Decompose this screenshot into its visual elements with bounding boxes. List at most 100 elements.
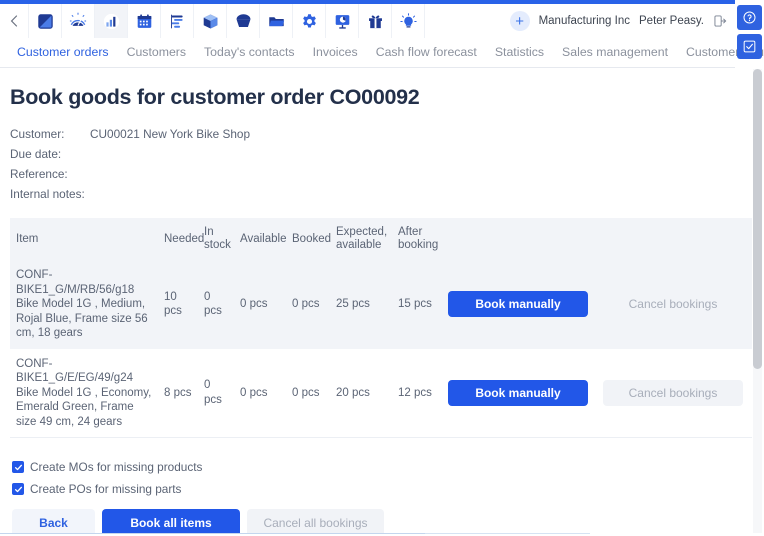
nav-tabs: Customer orders Customers Today's contac… xyxy=(0,38,735,68)
toolbar-item-gift[interactable] xyxy=(359,4,392,38)
options-group: Create MOs for missing products Create P… xyxy=(10,460,742,496)
tab-todays-contacts[interactable]: Today's contacts xyxy=(195,38,304,67)
meta-row-internal-notes: Internal notes: xyxy=(10,184,742,204)
toolbar-item-folder[interactable] xyxy=(260,4,293,38)
col-header-after-booking: After booking xyxy=(392,218,442,260)
footer-actions: Back Book all items Cancel all bookings xyxy=(10,509,742,533)
tab-customers[interactable]: Customers xyxy=(118,38,195,67)
toolbar-item-lightbulb[interactable] xyxy=(392,4,425,38)
meta-row-customer: Customer: CU00021 New York Bike Shop xyxy=(10,124,742,144)
cell-booked: 0 pcs xyxy=(286,349,330,438)
user-name[interactable]: Peter Peasy. xyxy=(639,15,704,27)
table-row: CONF-BIKE1_G/E/EG/49/g24 Bike Model 1G ,… xyxy=(10,349,752,438)
create-pos-label: Create POs for missing parts xyxy=(30,482,181,496)
cell-after-booking: 12 pcs xyxy=(392,349,442,438)
book-manually-button[interactable]: Book manually xyxy=(448,291,588,317)
page-scrollbar[interactable] xyxy=(753,69,762,533)
gift-icon xyxy=(367,13,384,30)
bottom-divider-inner xyxy=(0,533,425,534)
tab-statistics[interactable]: Statistics xyxy=(486,38,553,67)
book-all-items-button[interactable]: Book all items xyxy=(102,509,240,533)
tab-sales-management[interactable]: Sales management xyxy=(553,38,677,67)
checkmark-icon xyxy=(14,463,23,472)
page-title: Book goods for customer order CO00092 xyxy=(10,85,742,110)
back-button-footer[interactable]: Back xyxy=(12,509,95,533)
create-mos-label: Create MOs for missing products xyxy=(30,460,202,474)
icon-toolbar: + Manufacturing Inc Peter Peasy. xyxy=(0,4,735,38)
meta-label-reference: Reference: xyxy=(10,164,90,184)
cell-item: CONF-BIKE1_G/E/EG/49/g24 Bike Model 1G ,… xyxy=(10,349,158,438)
create-mos-checkbox[interactable] xyxy=(12,461,24,473)
cancel-all-bookings-button[interactable]: Cancel all bookings xyxy=(247,509,384,533)
page-content: Book goods for customer order CO00092 Cu… xyxy=(0,69,752,533)
bar-chart-icon xyxy=(103,13,120,30)
help-button[interactable] xyxy=(737,5,762,30)
tab-cash-flow-forecast[interactable]: Cash flow forecast xyxy=(367,38,486,67)
cell-available: 0 pcs xyxy=(234,260,286,349)
logout-button[interactable] xyxy=(713,14,727,28)
toolbar-item-basket[interactable] xyxy=(227,4,260,38)
app-window: + Manufacturing Inc Peter Peasy. xyxy=(0,0,764,536)
meta-row-due-date: Due date: xyxy=(10,144,742,164)
col-header-book-action xyxy=(442,218,597,260)
items-table-body: CONF-BIKE1_G/M/RB/56/g18 Bike Model 1G ,… xyxy=(10,260,752,438)
col-header-expected-available: Expected, available xyxy=(330,218,392,260)
toolbar-spacer xyxy=(425,4,510,38)
cell-needed: 10 pcs xyxy=(158,260,198,349)
cell-after-booking: 15 pcs xyxy=(392,260,442,349)
folder-icon xyxy=(268,13,285,30)
toolbar-item-bar-chart[interactable] xyxy=(95,4,128,38)
cell-book-action: Book manually xyxy=(442,349,597,438)
scrollbar-thumb[interactable] xyxy=(753,69,762,369)
help-icon xyxy=(742,10,757,25)
toolbar-item-box-cube[interactable] xyxy=(194,4,227,38)
meta-row-reference: Reference: xyxy=(10,164,742,184)
basket-icon xyxy=(235,13,252,30)
toolbar-item-settings[interactable] xyxy=(293,4,326,38)
cell-in-stock: 0 pcs xyxy=(198,349,234,438)
col-header-item: Item xyxy=(10,218,158,260)
dashboard-square-icon xyxy=(37,13,54,30)
header-right-group: + Manufacturing Inc Peter Peasy. xyxy=(510,4,735,38)
presentation-chart-icon xyxy=(334,13,351,30)
toolbar-item-presentation-chart[interactable] xyxy=(326,4,359,38)
cancel-bookings-button[interactable]: Cancel bookings xyxy=(603,291,743,317)
toolbar-item-calendar[interactable] xyxy=(128,4,161,38)
back-button[interactable] xyxy=(0,4,29,38)
add-button[interactable]: + xyxy=(510,11,530,31)
create-pos-checkbox[interactable] xyxy=(12,483,24,495)
tab-customer-orders[interactable]: Customer orders xyxy=(8,38,118,67)
meta-label-customer: Customer: xyxy=(10,124,90,144)
confirm-button[interactable] xyxy=(737,34,762,59)
cell-book-action: Book manually xyxy=(442,260,597,349)
items-table: Item Needed In stock Available Booked Ex… xyxy=(10,218,752,438)
cancel-bookings-button[interactable]: Cancel bookings xyxy=(603,380,743,406)
company-name: Manufacturing Inc xyxy=(539,15,630,27)
cell-expected-available: 25 pcs xyxy=(330,260,392,349)
gantt-list-icon xyxy=(169,13,186,30)
lightbulb-icon xyxy=(400,13,417,30)
col-header-available: Available xyxy=(234,218,286,260)
logout-icon xyxy=(713,14,727,28)
speedometer-icon xyxy=(69,12,87,30)
toolbar-item-speedometer[interactable] xyxy=(62,4,95,38)
checkmark-icon xyxy=(742,39,757,54)
cell-expected-available: 20 pcs xyxy=(330,349,392,438)
col-header-needed: Needed xyxy=(158,218,198,260)
toolbar-item-gantt-list[interactable] xyxy=(161,4,194,38)
box-cube-icon xyxy=(202,13,219,30)
order-meta: Customer: CU00021 New York Bike Shop Due… xyxy=(10,124,742,204)
tab-invoices[interactable]: Invoices xyxy=(304,38,367,67)
option-create-pos[interactable]: Create POs for missing parts xyxy=(12,482,742,496)
cell-in-stock: 0 pcs xyxy=(198,260,234,349)
table-row: CONF-BIKE1_G/M/RB/56/g18 Bike Model 1G ,… xyxy=(10,260,752,349)
table-header-row: Item Needed In stock Available Booked Ex… xyxy=(10,218,752,260)
checkmark-icon xyxy=(14,485,23,494)
cell-needed: 8 pcs xyxy=(158,349,198,438)
gear-icon xyxy=(301,13,318,30)
col-header-booked: Booked xyxy=(286,218,330,260)
toolbar-item-dashboard-square[interactable] xyxy=(29,4,62,38)
option-create-mos[interactable]: Create MOs for missing products xyxy=(12,460,742,474)
chevron-left-icon xyxy=(10,15,18,27)
book-manually-button[interactable]: Book manually xyxy=(448,380,588,406)
